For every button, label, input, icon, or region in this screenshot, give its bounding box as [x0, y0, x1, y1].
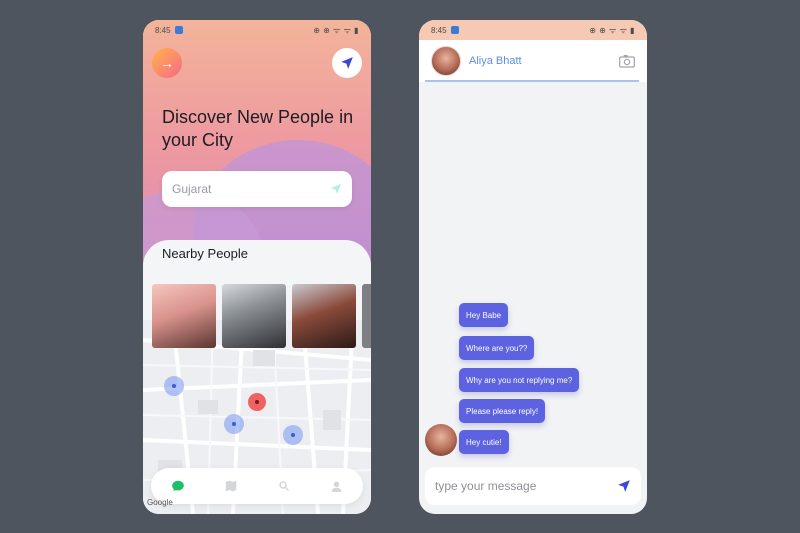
message-bubble[interactable]: Why are you not replying me? — [459, 368, 580, 392]
discover-screen: 8:45 ⊕ ⊕ ᯤ ᯤ ▮ → Discover New People in … — [143, 20, 371, 514]
message-bubble[interactable]: Hey cutie! — [459, 430, 509, 454]
map-pin[interactable] — [283, 425, 303, 445]
profile-icon — [331, 481, 342, 492]
chat-header: Aliya Bhatt — [419, 40, 647, 82]
header-divider — [425, 80, 639, 82]
map-icon — [225, 480, 236, 492]
search-icon — [278, 481, 289, 492]
person-photo[interactable] — [222, 284, 286, 348]
map-pin[interactable] — [224, 414, 244, 434]
bottom-navigation — [151, 468, 363, 504]
status-time: 8:45 — [431, 25, 447, 35]
section-title: Nearby People — [162, 246, 248, 261]
nav-profile[interactable] — [327, 476, 347, 496]
city-search-field[interactable]: Gujarat — [162, 171, 352, 207]
sender-avatar — [425, 424, 457, 456]
message-bubble[interactable]: Hey Babe — [459, 303, 509, 327]
navigation-icon — [331, 184, 341, 194]
arrow-right-icon: → — [160, 55, 174, 71]
map-attribution: Google — [147, 498, 173, 507]
avatar[interactable] — [431, 46, 461, 76]
page-title: Discover New People in your City — [162, 107, 354, 150]
notification-icon — [450, 26, 459, 34]
navigation-icon — [341, 57, 353, 69]
city-input-value: Gujarat — [172, 182, 212, 196]
nav-search[interactable] — [274, 476, 294, 496]
camera-icon[interactable] — [619, 54, 635, 68]
nav-map[interactable] — [221, 476, 241, 496]
location-button[interactable] — [332, 48, 362, 78]
chat-screen: 8:45 ⊕ ⊕ ᯤ ᯤ ▮ Aliya Bhatt Hey Babe Wher… — [419, 20, 647, 514]
nearby-people-carousel[interactable] — [152, 284, 371, 348]
person-photo[interactable] — [292, 284, 356, 348]
person-photo[interactable] — [362, 284, 371, 348]
status-bar: 8:45 ⊕ ⊕ ᯤ ᯤ ▮ — [419, 20, 647, 40]
map-pin-selected[interactable] — [248, 393, 266, 411]
message-bubble[interactable]: Please please reply! — [459, 399, 546, 423]
status-icons: ⊕ ⊕ ᯤ ᯤ ▮ — [313, 25, 359, 35]
forward-button[interactable]: → — [152, 48, 182, 78]
status-bar: 8:45 ⊕ ⊕ ᯤ ᯤ ▮ — [143, 20, 371, 40]
send-icon[interactable] — [617, 479, 631, 493]
chat-icon — [171, 480, 184, 492]
message-bubble[interactable]: Where are you?? — [459, 336, 535, 360]
nav-chat[interactable] — [168, 476, 188, 496]
notification-icon — [174, 26, 183, 34]
person-photo[interactable] — [152, 284, 216, 348]
map-pin[interactable] — [164, 376, 184, 396]
message-input[interactable] — [435, 479, 595, 493]
message-composer — [425, 467, 641, 505]
status-time: 8:45 — [155, 25, 171, 35]
status-icons: ⊕ ⊕ ᯤ ᯤ ▮ — [589, 25, 635, 35]
contact-name[interactable]: Aliya Bhatt — [469, 55, 611, 67]
